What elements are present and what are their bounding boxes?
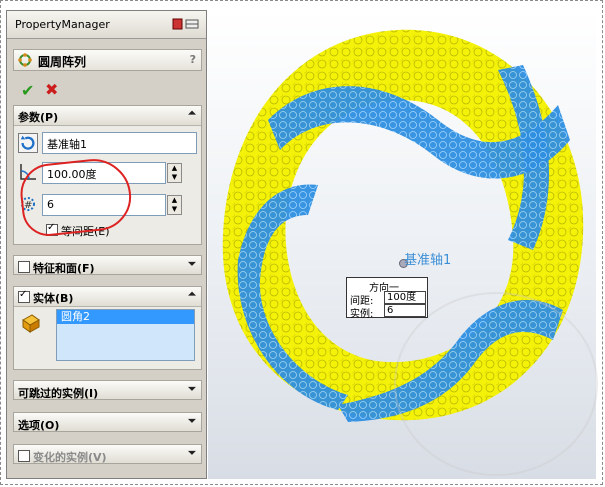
varied-label: 变化的实例(V) — [33, 451, 107, 464]
params-header[interactable]: 参数(P) ⏶ — [14, 106, 201, 126]
ok-button[interactable]: ✔ — [21, 81, 34, 100]
varied-group[interactable]: 变化的实例(V) ⏷ — [13, 444, 202, 464]
panel-titlebar: PropertyManager — [7, 11, 206, 39]
features-faces-label: 特征和面(F) — [33, 262, 95, 275]
axis-field[interactable]: 基准轴1 — [42, 132, 197, 154]
expand-icon[interactable]: ⏷ — [188, 416, 196, 427]
varied-checkbox[interactable] — [18, 450, 30, 462]
expand-icon[interactable]: ⏷ — [188, 259, 196, 270]
bodies-header[interactable]: 实体(B) ⏶ — [14, 287, 201, 307]
angle-spinner[interactable]: ▲ ▼ — [167, 163, 182, 183]
options-group[interactable]: 选项(O) ⏷ — [13, 412, 202, 432]
features-faces-checkbox[interactable] — [18, 261, 30, 273]
callout-spacing-input[interactable]: 100度 — [384, 291, 426, 304]
watermark — [394, 292, 598, 476]
callout-count-label: 实例: — [350, 309, 374, 320]
features-faces-group[interactable]: 特征和面(F) ⏷ — [13, 255, 202, 275]
options-label: 选项(O) — [18, 419, 60, 432]
panel-title: PropertyManager — [15, 18, 110, 31]
skippable-label: 可跳过的实例(I) — [18, 387, 99, 400]
direction-callout: 方向一 间距: 100度 实例: 6 — [346, 277, 428, 320]
graphics-area[interactable] — [208, 10, 598, 479]
bodies-checkbox[interactable] — [18, 289, 30, 303]
bodies-list[interactable]: 圆角2 — [56, 309, 195, 361]
callout-count-input[interactable]: 6 — [384, 304, 426, 317]
count-spinner[interactable]: ▲ ▼ — [167, 195, 182, 215]
bodies-group: 实体(B) ⏶ 圆角2 — [13, 286, 202, 370]
reverse-direction-icon[interactable] — [18, 133, 38, 153]
expand-icon[interactable]: ⏷ — [188, 384, 196, 395]
collapse-icon[interactable]: ⏶ — [188, 108, 196, 119]
axis-label: 基准轴1 — [404, 253, 452, 268]
feature-name: 圆周阵列 — [38, 55, 87, 69]
circular-pattern-icon — [18, 53, 32, 67]
collapse-icon[interactable]: ⏶ — [188, 289, 196, 300]
property-manager-panel: PropertyManager 圆周阵列 ? ✔ ✖ 参数(P) ⏶ 基准轴1 … — [6, 10, 207, 479]
list-item[interactable]: 圆角2 — [57, 310, 194, 324]
help-icon[interactable]: ? — [190, 53, 196, 66]
skippable-group[interactable]: 可跳过的实例(I) ⏷ — [13, 380, 202, 400]
expand-icon[interactable]: ⏷ — [188, 448, 196, 459]
params-title: 参数(P) — [18, 111, 59, 124]
pin-icon[interactable] — [172, 17, 200, 31]
feature-header: 圆周阵列 ? — [13, 49, 202, 71]
body-select-icon — [22, 314, 40, 333]
bodies-label: 实体(B) — [33, 292, 74, 305]
cancel-button[interactable]: ✖ — [45, 80, 58, 99]
